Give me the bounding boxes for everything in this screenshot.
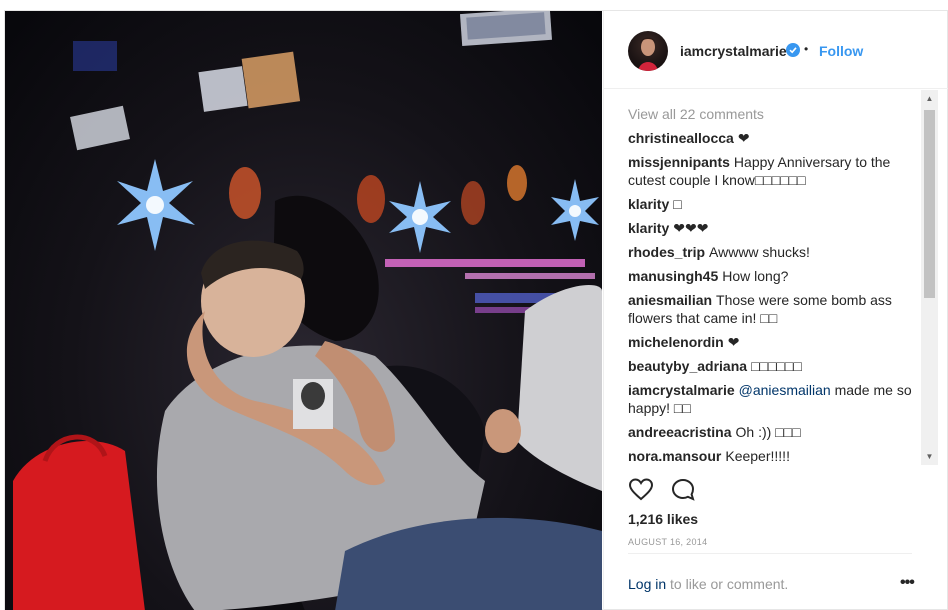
comment-username[interactable]: manusingh45 bbox=[628, 268, 718, 284]
comment-item: beautyby_adriana □□□□□□ bbox=[628, 357, 913, 375]
comment-mention[interactable]: @aniesmailian bbox=[739, 382, 831, 398]
post-footer: Log in to like or comment. ••• bbox=[628, 553, 915, 610]
comment-username[interactable]: klarity bbox=[628, 220, 669, 236]
view-all-comments-link[interactable]: View all 22 comments bbox=[628, 106, 764, 122]
comment-username[interactable]: missjennipants bbox=[628, 154, 730, 170]
comment-list: christineallocca ❤ missjennipants Happy An… bbox=[628, 129, 913, 465]
author-username[interactable]: iamcrystalmarie bbox=[680, 43, 787, 59]
comment-item: nora.mansour Keeper!!!!! bbox=[628, 447, 913, 465]
comment-item: rhodes_trip Awwww shucks! bbox=[628, 243, 913, 261]
heart-icon[interactable] bbox=[628, 477, 654, 503]
comment-username[interactable]: beautyby_adriana bbox=[628, 358, 747, 374]
comment-item: christineallocca ❤ bbox=[628, 129, 913, 147]
comment-text: Awwww shucks! bbox=[709, 244, 810, 260]
comment-username[interactable]: aniesmailian bbox=[628, 292, 712, 308]
comments-section[interactable]: View all 22 comments christineallocca ❤ m… bbox=[604, 90, 948, 465]
comment-item: manusingh45 How long? bbox=[628, 267, 913, 285]
verified-badge-icon bbox=[786, 43, 800, 57]
avatar-image bbox=[638, 37, 658, 71]
comment-text: ❤ bbox=[727, 334, 740, 350]
follow-button[interactable]: Follow bbox=[819, 43, 863, 59]
speech-bubble-icon[interactable] bbox=[670, 477, 696, 503]
comment-username[interactable]: rhodes_trip bbox=[628, 244, 705, 260]
post-date: AUGUST 16, 2014 bbox=[628, 537, 708, 547]
comment-item: missjennipants Happy Anniversary to the c… bbox=[628, 153, 913, 189]
comment-text: ❤❤❤ bbox=[673, 220, 709, 236]
instagram-post: iamcrystalmarie • Follow View all 22 com… bbox=[4, 10, 948, 610]
comment-text: Oh :)) □□□ bbox=[735, 424, 801, 440]
post-header: iamcrystalmarie • Follow bbox=[604, 11, 948, 89]
login-link[interactable]: Log in bbox=[628, 576, 666, 592]
comment-item: aniesmailian Those were some bomb ass flo… bbox=[628, 291, 913, 327]
comment-item: klarity ❤❤❤ bbox=[628, 219, 913, 237]
comment-text: How long? bbox=[722, 268, 789, 284]
login-prompt-rest: to like or comment. bbox=[666, 576, 789, 592]
comment-text: □ bbox=[673, 196, 682, 212]
comment-username[interactable]: andreeacristina bbox=[628, 424, 732, 440]
scrollbar-thumb[interactable] bbox=[924, 110, 935, 298]
comment-item: klarity □ bbox=[628, 195, 913, 213]
comment-text: □□□□□□ bbox=[751, 358, 802, 374]
author-avatar[interactable] bbox=[628, 31, 668, 71]
header-separator: • bbox=[804, 42, 809, 56]
comment-item: iamcrystalmarie @aniesmailian made me so … bbox=[628, 381, 913, 417]
login-prompt: Log in to like or comment. bbox=[628, 576, 788, 592]
comments-scrollbar[interactable]: ▲ ▼ bbox=[921, 90, 938, 465]
comment-text: ❤ bbox=[737, 130, 750, 146]
comment-username[interactable]: nora.mansour bbox=[628, 448, 721, 464]
post-photo[interactable] bbox=[5, 11, 602, 610]
comment-username[interactable]: iamcrystalmarie bbox=[628, 382, 735, 398]
comment-username[interactable]: klarity bbox=[628, 196, 669, 212]
scroll-up-arrow-icon[interactable]: ▲ bbox=[921, 90, 938, 107]
photo-illustration bbox=[13, 11, 602, 610]
comment-username[interactable]: christineallocca bbox=[628, 130, 734, 146]
comment-text: Keeper!!!!! bbox=[725, 448, 790, 464]
post-side-panel: iamcrystalmarie • Follow View all 22 com… bbox=[603, 11, 948, 610]
scroll-down-arrow-icon[interactable]: ▼ bbox=[921, 448, 938, 465]
comment-item: michelenordin ❤ bbox=[628, 333, 913, 351]
likes-count[interactable]: 1,216 likes bbox=[628, 511, 698, 527]
comment-item: andreeacristina Oh :)) □□□ bbox=[628, 423, 913, 441]
comment-username[interactable]: michelenordin bbox=[628, 334, 724, 350]
more-options-icon[interactable]: ••• bbox=[900, 574, 915, 592]
